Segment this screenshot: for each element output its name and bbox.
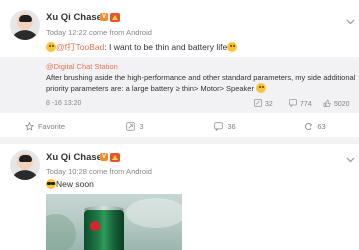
post-card: Xu Qi Chase V Today 10:28 come from Andr… — [0, 144, 359, 250]
repost-reposts[interactable]: 5020 — [323, 99, 350, 108]
username[interactable]: Xu Qi Chase — [46, 152, 102, 163]
level-badge-icon — [110, 12, 120, 22]
avatar[interactable] — [10, 150, 40, 180]
post-image[interactable] — [46, 194, 182, 250]
level-badge-icon — [110, 152, 120, 162]
favorite-label: Favorite — [37, 121, 66, 131]
chevron-down-icon[interactable] — [346, 150, 355, 163]
comment-icon — [214, 121, 223, 131]
post-source[interactable]: come from Android — [89, 28, 152, 37]
post-card: Xu Qi Chase V Today 12:22 come from Andr… — [0, 0, 359, 137]
post-text: : I want to be thin and battery life — [104, 42, 228, 52]
post-meta: Today 12:22 come from Android — [46, 28, 152, 37]
vip-badge-icon: V — [100, 13, 108, 21]
repost-icon — [254, 99, 262, 107]
vip-badge-icon: V — [100, 153, 108, 161]
repost-comments[interactable]: 774 — [289, 99, 312, 108]
repost-comments-count: 774 — [300, 101, 312, 108]
post-time: Today 10:28 — [46, 167, 87, 176]
sunglasses-emoji-icon — [46, 179, 56, 189]
post-divider — [0, 137, 359, 144]
repost-author[interactable]: @Digital Chat Station — [46, 62, 118, 71]
post-body: @f打TooBad: I want to be thin and battery… — [46, 41, 238, 53]
repost-text: After brushing aside the high-performanc… — [46, 72, 356, 94]
star-icon — [24, 121, 34, 131]
post-source[interactable]: come from Android — [89, 167, 152, 176]
repost-button[interactable]: 3 — [90, 115, 180, 137]
comment-icon — [289, 99, 297, 107]
repost-count: 3 — [139, 121, 144, 131]
mention-link[interactable]: @f打TooBad — [56, 42, 104, 52]
chevron-down-icon[interactable] — [346, 12, 355, 25]
post-actions: Favorite 3 36 63 — [0, 115, 359, 137]
repost-reposts-count: 5020 — [334, 101, 350, 108]
post-meta: Today 10:28 come from Android — [46, 167, 152, 176]
avatar[interactable] — [10, 10, 40, 40]
emoji-icon — [256, 83, 267, 93]
emoji-icon — [46, 42, 56, 52]
repost-icon — [126, 121, 136, 131]
repost-card[interactable]: @Digital Chat Station After brushing asi… — [0, 57, 359, 113]
favorite-button[interactable]: Favorite — [0, 115, 90, 137]
like-count: 63 — [317, 121, 326, 131]
like-icon — [323, 99, 331, 107]
post-body: New soon — [46, 179, 94, 189]
repost-date: 8 -16 13:20 — [46, 100, 82, 107]
weibo-feed: Xu Qi Chase V Today 12:22 come from Andr… — [0, 0, 359, 250]
like-icon — [305, 122, 313, 130]
post-time: Today 12:22 — [46, 28, 87, 37]
repost-likes[interactable]: 32 — [254, 99, 273, 108]
repost-likes-count: 32 — [265, 101, 273, 108]
repost-body: @Digital Chat Station After brushing asi… — [46, 62, 356, 95]
username[interactable]: Xu Qi Chase — [46, 12, 102, 23]
emoji-icon — [227, 42, 238, 52]
post-text: New soon — [56, 179, 94, 189]
comment-button[interactable]: 36 — [180, 115, 270, 137]
like-button[interactable]: 63 — [270, 115, 359, 137]
comment-count: 36 — [227, 121, 236, 131]
